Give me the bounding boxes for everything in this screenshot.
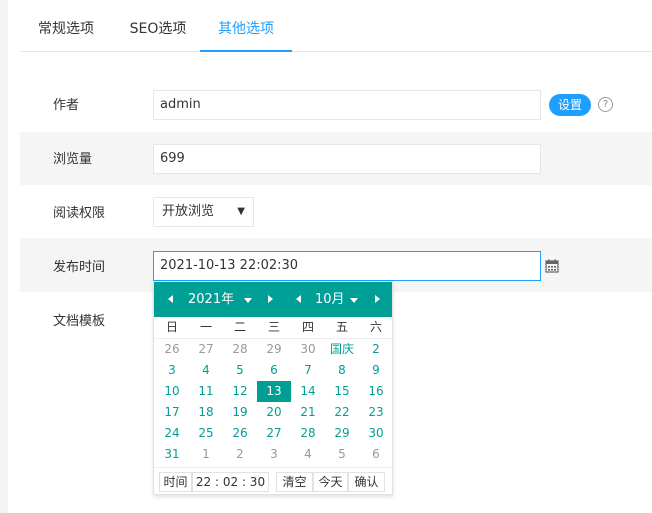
calendar-day[interactable]: 3	[257, 444, 291, 465]
date-picker-header: 2021年 10月	[154, 282, 392, 317]
calendar-day[interactable]: 14	[291, 381, 325, 402]
calendar-day[interactable]: 12	[223, 381, 257, 402]
calendar-day[interactable]: 26	[223, 423, 257, 444]
calendar-day[interactable]: 2	[223, 444, 257, 465]
calendar-day[interactable]: 1	[189, 444, 223, 465]
calendar-day[interactable]: 29	[325, 423, 359, 444]
calendar-day[interactable]: 28	[291, 423, 325, 444]
calendar-day[interactable]: 8	[325, 360, 359, 381]
author-row: 作者 admin 设置 ?	[20, 78, 652, 132]
time-value[interactable]: 22 : 02 : 30	[192, 472, 269, 492]
calendar-day[interactable]: 24	[155, 423, 189, 444]
month-select[interactable]: 10月	[315, 282, 345, 317]
weekday-label: 二	[233, 320, 246, 334]
tab-general[interactable]: 常规选项	[34, 0, 98, 52]
chevron-down-icon: ▼	[237, 206, 245, 217]
views-label: 浏览量	[53, 152, 93, 167]
weekday-label: 日	[165, 320, 178, 334]
calendar-day[interactable]: 31	[155, 444, 189, 465]
tab-bar: 常规选项 SEO选项 其他选项	[20, 0, 652, 52]
clear-button[interactable]: 清空	[276, 472, 313, 492]
views-row: 浏览量 699	[20, 132, 652, 185]
time-button[interactable]: 时间	[159, 472, 192, 492]
weekday-label: 四	[301, 320, 314, 334]
tab-seo[interactable]: SEO选项	[126, 0, 190, 52]
permission-row: 阅读权限 开放浏览 ▼	[20, 185, 652, 238]
weekday-label: 三	[267, 320, 280, 334]
calendar-day[interactable]: 2	[359, 339, 393, 360]
calendar-day[interactable]: 16	[359, 381, 393, 402]
calendar-day[interactable]: 27	[189, 339, 223, 360]
calendar-day[interactable]: 25	[189, 423, 223, 444]
date-picker: 2021年 10月 日一二三四五六 26 27 28 29 30 国庆 2 3 4 5 6 7 8 9 10 1…	[153, 281, 393, 495]
calendar-day[interactable]: 18	[189, 402, 223, 423]
author-input[interactable]: admin	[153, 90, 541, 120]
year-dropdown-icon[interactable]	[244, 298, 252, 303]
calendar-day[interactable]: 11	[189, 381, 223, 402]
calendar-day[interactable]: 7	[291, 360, 325, 381]
weekday-label: 一	[199, 320, 212, 334]
publish-time-input[interactable]: 2021-10-13 22:02:30	[153, 251, 541, 281]
calendar-day-selected[interactable]: 13	[257, 381, 291, 402]
calendar-day[interactable]: 29	[257, 339, 291, 360]
calendar-day[interactable]: 20	[257, 402, 291, 423]
calendar-day[interactable]: 21	[291, 402, 325, 423]
calendar-day[interactable]: 27	[257, 423, 291, 444]
calendar-day[interactable]: 4	[291, 444, 325, 465]
help-icon[interactable]: ?	[598, 97, 613, 112]
calendar-day[interactable]: 17	[155, 402, 189, 423]
calendar-day[interactable]: 26	[155, 339, 189, 360]
calendar-day[interactable]: 5	[223, 360, 257, 381]
publish-time-label: 发布时间	[53, 260, 106, 275]
calendar-day[interactable]: 30	[359, 423, 393, 444]
calendar-day[interactable]: 6	[257, 360, 291, 381]
tab-other[interactable]: 其他选项	[200, 0, 292, 52]
month-dropdown-icon[interactable]	[350, 298, 358, 303]
author-label: 作者	[53, 98, 80, 113]
calendar-icon[interactable]	[545, 259, 559, 273]
permission-label: 阅读权限	[53, 206, 106, 221]
prev-year-icon[interactable]	[168, 295, 173, 303]
author-set-button[interactable]: 设置	[549, 94, 591, 116]
calendar-day[interactable]: 3	[155, 360, 189, 381]
left-strip	[0, 0, 8, 513]
calendar-day[interactable]: 22	[325, 402, 359, 423]
today-button[interactable]: 今天	[313, 472, 348, 492]
permission-select[interactable]: 开放浏览 ▼	[153, 197, 254, 227]
confirm-button[interactable]: 确认	[348, 472, 385, 492]
views-input[interactable]: 699	[153, 144, 541, 174]
calendar-day[interactable]: 30	[291, 339, 325, 360]
date-picker-footer: 时间 22 : 02 : 30 清空 今天 确认	[154, 467, 392, 495]
weekday-label: 六	[369, 320, 382, 334]
next-year-icon[interactable]	[268, 295, 273, 303]
calendar-day[interactable]: 4	[189, 360, 223, 381]
calendar-day[interactable]: 23	[359, 402, 393, 423]
next-month-icon[interactable]	[375, 295, 380, 303]
calendar-day[interactable]: 28	[223, 339, 257, 360]
calendar-day[interactable]: 6	[359, 444, 393, 465]
calendar-day[interactable]: 10	[155, 381, 189, 402]
calendar-day[interactable]: 9	[359, 360, 393, 381]
calendar-day[interactable]: 19	[223, 402, 257, 423]
permission-selected: 开放浏览	[162, 204, 215, 219]
calendar-day[interactable]: 国庆	[325, 339, 359, 360]
year-select[interactable]: 2021年	[188, 282, 234, 317]
template-label: 文档模板	[53, 314, 106, 329]
calendar-day[interactable]: 5	[325, 444, 359, 465]
prev-month-icon[interactable]	[296, 295, 301, 303]
calendar-day[interactable]: 15	[325, 381, 359, 402]
weekday-label: 五	[335, 320, 348, 334]
